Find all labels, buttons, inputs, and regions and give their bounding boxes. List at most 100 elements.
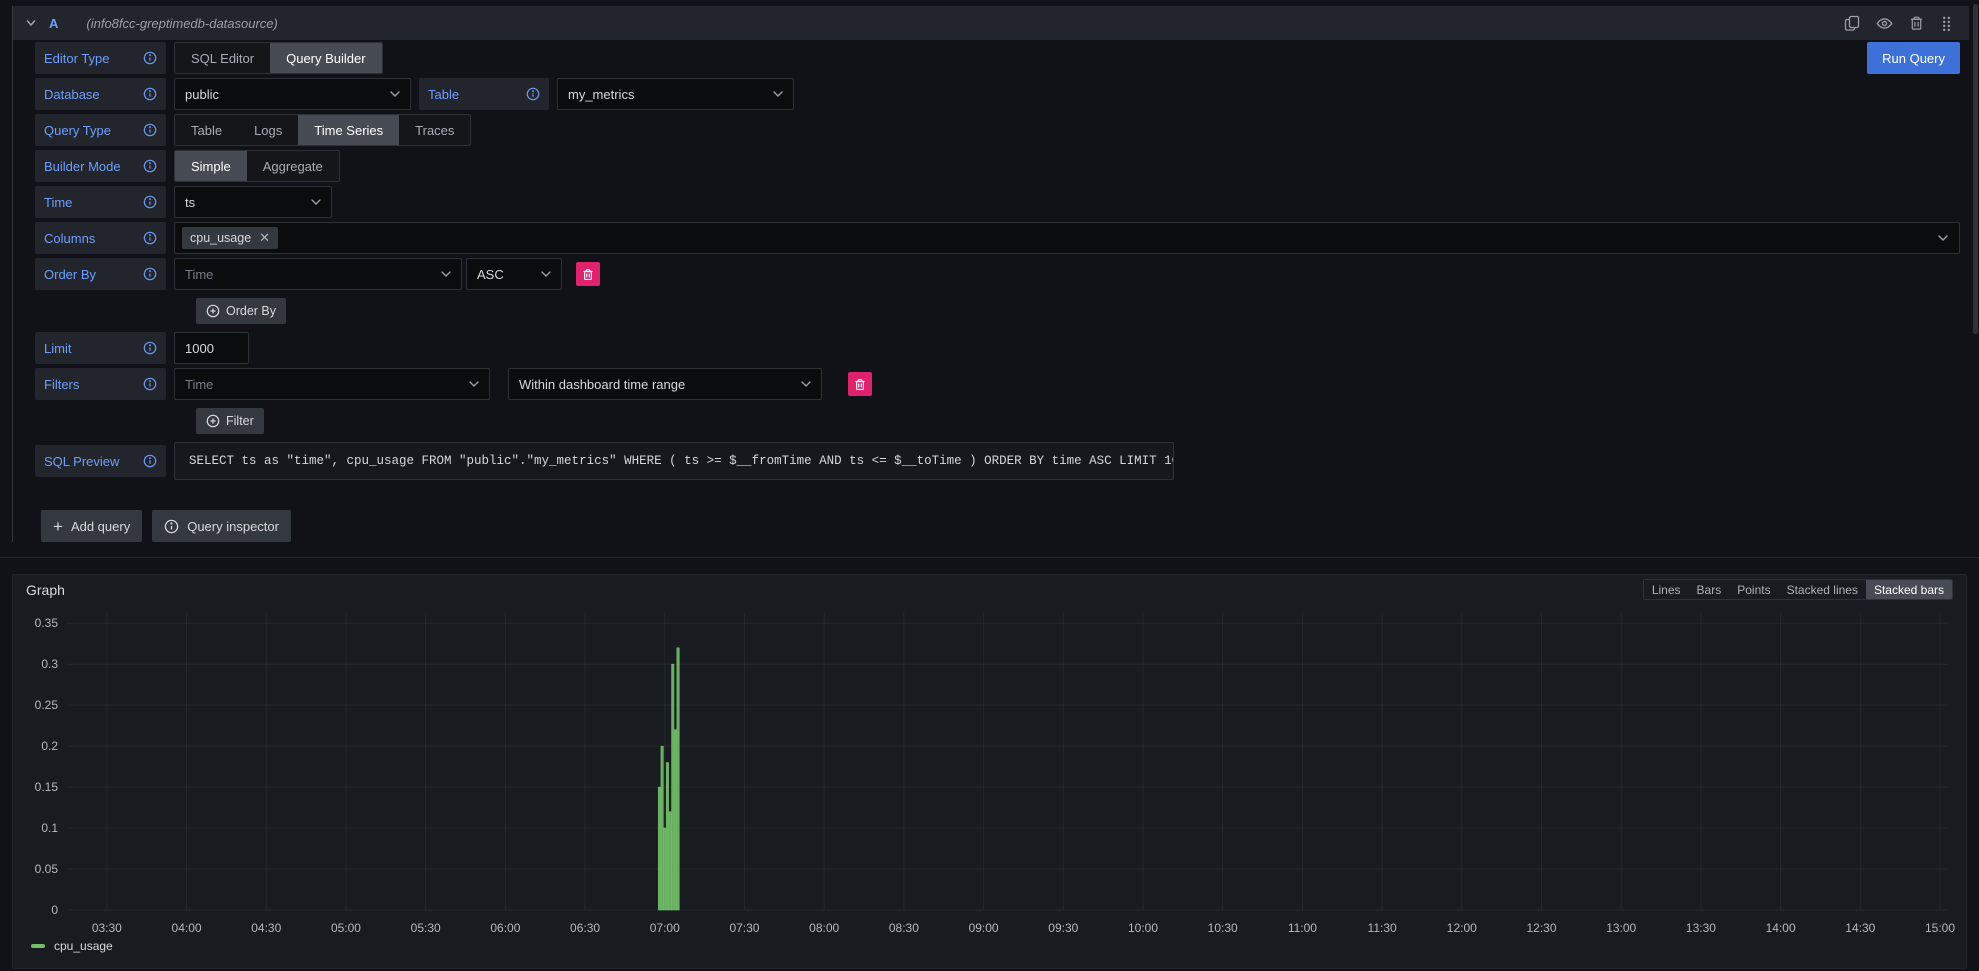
table-select[interactable]: my_metrics: [557, 78, 794, 110]
info-icon: [143, 341, 157, 355]
pane-splitter[interactable]: [0, 557, 1979, 558]
sql-preview-label-box: SQL Preview: [35, 445, 166, 477]
columns-label: Columns: [44, 231, 95, 246]
database-select[interactable]: public: [174, 78, 411, 110]
builder-mode-option-aggregate[interactable]: Aggregate: [247, 151, 339, 181]
sql-preview-row: SQL Preview SELECT ts as "time", cpu_usa…: [35, 442, 1969, 480]
duplicate-query-icon[interactable]: [1844, 15, 1860, 31]
order-by-direction-value: ASC: [477, 267, 504, 282]
database-row: Database public Table my_metrics: [35, 78, 1969, 110]
plus-circle-icon: [206, 414, 220, 428]
add-order-by-label: Order By: [226, 304, 276, 318]
remove-filter-button[interactable]: [848, 372, 872, 396]
filter-condition-select[interactable]: Within dashboard time range: [508, 368, 822, 400]
chevron-down-icon: [441, 271, 451, 278]
query-editor-section: A (info8fcc-greptimedb-datasource) Run Q…: [12, 6, 1969, 542]
query-type-option-logs[interactable]: Logs: [238, 115, 298, 145]
scrollbar-track[interactable]: [1973, 0, 1979, 971]
graph-canvas[interactable]: 00.050.10.150.20.250.30.3503:3004:0004:3…: [13, 575, 1968, 970]
columns-multiselect[interactable]: cpu_usage ✕: [174, 222, 1960, 254]
svg-text:12:00: 12:00: [1447, 921, 1477, 935]
info-icon: [143, 159, 157, 173]
svg-text:11:00: 11:00: [1288, 921, 1317, 935]
database-label-box: Database: [35, 78, 166, 110]
scrollbar-thumb[interactable]: [1973, 4, 1978, 334]
svg-text:07:00: 07:00: [650, 921, 680, 935]
collapse-chevron-icon[interactable]: [25, 17, 37, 29]
chevron-down-icon: [541, 271, 551, 278]
query-type-label: Query Type: [44, 123, 111, 138]
add-filter-row: Filter: [196, 408, 1969, 434]
query-type-row: Query Type Table Logs Time Series Traces: [35, 114, 1969, 146]
filters-label: Filters: [44, 377, 79, 392]
query-row-header[interactable]: A (info8fcc-greptimedb-datasource): [13, 6, 1969, 40]
chevron-down-icon: [773, 91, 783, 98]
builder-mode-label: Builder Mode: [44, 159, 121, 174]
remove-query-icon[interactable]: [1909, 15, 1924, 31]
datasource-name: (info8fcc-greptimedb-datasource): [86, 16, 277, 31]
svg-text:13:00: 13:00: [1606, 921, 1636, 935]
order-by-field-select[interactable]: Time: [174, 258, 462, 290]
time-row: Time ts: [35, 186, 1969, 218]
svg-text:0.05: 0.05: [35, 862, 59, 876]
query-type-option-time-series[interactable]: Time Series: [298, 115, 399, 145]
add-query-button[interactable]: + Add query: [41, 510, 142, 542]
order-by-direction-select[interactable]: ASC: [466, 258, 562, 290]
limit-input[interactable]: 1000: [174, 332, 249, 364]
add-filter-label: Filter: [226, 414, 254, 428]
chevron-down-icon: [469, 381, 479, 388]
time-column-value: ts: [185, 195, 195, 210]
remove-column-icon[interactable]: ✕: [259, 230, 270, 246]
chevron-down-icon: [390, 91, 400, 98]
svg-text:13:30: 13:30: [1686, 921, 1716, 935]
svg-text:14:30: 14:30: [1845, 921, 1875, 935]
query-inspector-button[interactable]: Query inspector: [152, 510, 291, 542]
svg-text:04:00: 04:00: [172, 921, 202, 935]
graph-panel: Graph Lines Bars Points Stacked lines St…: [12, 574, 1967, 969]
graph-legend[interactable]: cpu_usage: [31, 939, 113, 953]
add-order-by-button[interactable]: Order By: [196, 298, 286, 324]
svg-text:03:30: 03:30: [92, 921, 122, 935]
query-type-option-traces[interactable]: Traces: [399, 115, 470, 145]
columns-label-box: Columns: [35, 222, 166, 254]
svg-text:10:30: 10:30: [1208, 921, 1238, 935]
svg-text:0.15: 0.15: [35, 780, 59, 794]
builder-mode-option-simple[interactable]: Simple: [175, 151, 247, 181]
time-label-box: Time: [35, 186, 166, 218]
filter-field-value: Time: [185, 377, 213, 392]
limit-label-box: Limit: [35, 332, 166, 364]
query-type-label-box: Query Type: [35, 114, 166, 146]
editor-type-option-sql-editor[interactable]: SQL Editor: [175, 43, 270, 73]
editor-type-label-box: Editor Type: [35, 42, 166, 74]
query-row-actions: [1844, 15, 1959, 32]
sql-preview-code: SELECT ts as "time", cpu_usage FROM "pub…: [174, 442, 1174, 480]
svg-text:09:30: 09:30: [1048, 921, 1078, 935]
drag-handle-icon[interactable]: [1940, 15, 1953, 32]
add-filter-button[interactable]: Filter: [196, 408, 264, 434]
info-icon: [143, 123, 157, 137]
svg-text:08:00: 08:00: [809, 921, 839, 935]
time-column-select[interactable]: ts: [174, 186, 332, 218]
svg-text:05:00: 05:00: [331, 921, 361, 935]
editor-type-row: Editor Type SQL Editor Query Builder: [35, 42, 1969, 74]
filters-label-box: Filters: [35, 368, 166, 400]
legend-series-label: cpu_usage: [54, 939, 113, 953]
query-type-option-table[interactable]: Table: [175, 115, 238, 145]
editor-type-option-query-builder[interactable]: Query Builder: [270, 43, 381, 73]
query-footer: + Add query Query inspector: [41, 510, 1969, 542]
add-query-label: Add query: [71, 519, 130, 534]
info-icon: [526, 87, 540, 101]
hide-query-icon[interactable]: [1876, 15, 1893, 32]
svg-text:05:30: 05:30: [411, 921, 441, 935]
svg-text:0: 0: [51, 903, 58, 917]
svg-text:11:30: 11:30: [1368, 921, 1397, 935]
query-inspector-label: Query inspector: [187, 519, 279, 534]
svg-text:0.3: 0.3: [41, 657, 58, 671]
table-label-box: Table: [419, 78, 549, 110]
chevron-down-icon: [801, 381, 811, 388]
columns-row: Columns cpu_usage ✕: [35, 222, 1969, 254]
filter-field-select[interactable]: Time: [174, 368, 490, 400]
svg-text:10:00: 10:00: [1128, 921, 1158, 935]
info-icon: [143, 377, 157, 391]
remove-order-by-button[interactable]: [576, 262, 600, 286]
